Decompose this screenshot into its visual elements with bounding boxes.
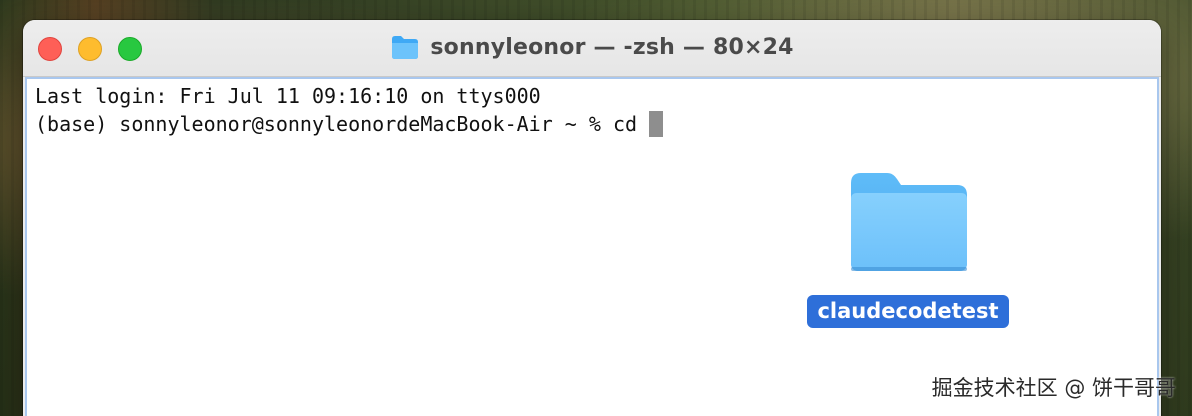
desktop-folder-claudecodetest[interactable]: claudecodetest bbox=[807, 167, 1009, 337]
terminal-command: (base) sonnyleonor@sonnyleonordeMacBook-… bbox=[35, 112, 638, 136]
terminal-content[interactable]: Last login: Fri Jul 11 09:16:10 on ttys0… bbox=[25, 77, 1159, 416]
folder-icon bbox=[392, 36, 419, 59]
title-bar[interactable]: sonnyleonor — -zsh — 80×24 bbox=[23, 20, 1161, 77]
window-title-group: sonnyleonor — -zsh — 80×24 bbox=[23, 34, 1161, 60]
terminal-line: Last login: Fri Jul 11 09:16:10 on ttys0… bbox=[35, 84, 541, 108]
terminal-prompt-line[interactable]: (base) sonnyleonor@sonnyleonordeMacBook-… bbox=[35, 111, 664, 137]
block-cursor bbox=[649, 111, 664, 137]
terminal-window: sonnyleonor — -zsh — 80×24 Last login: F… bbox=[23, 20, 1161, 416]
watermark: 掘金技术社区 @ 饼干哥哥 bbox=[931, 376, 1176, 400]
folder-label[interactable]: claudecodetest bbox=[807, 295, 1009, 328]
folder-icon[interactable] bbox=[847, 169, 971, 275]
window-title: sonnyleonor — -zsh — 80×24 bbox=[430, 34, 794, 60]
